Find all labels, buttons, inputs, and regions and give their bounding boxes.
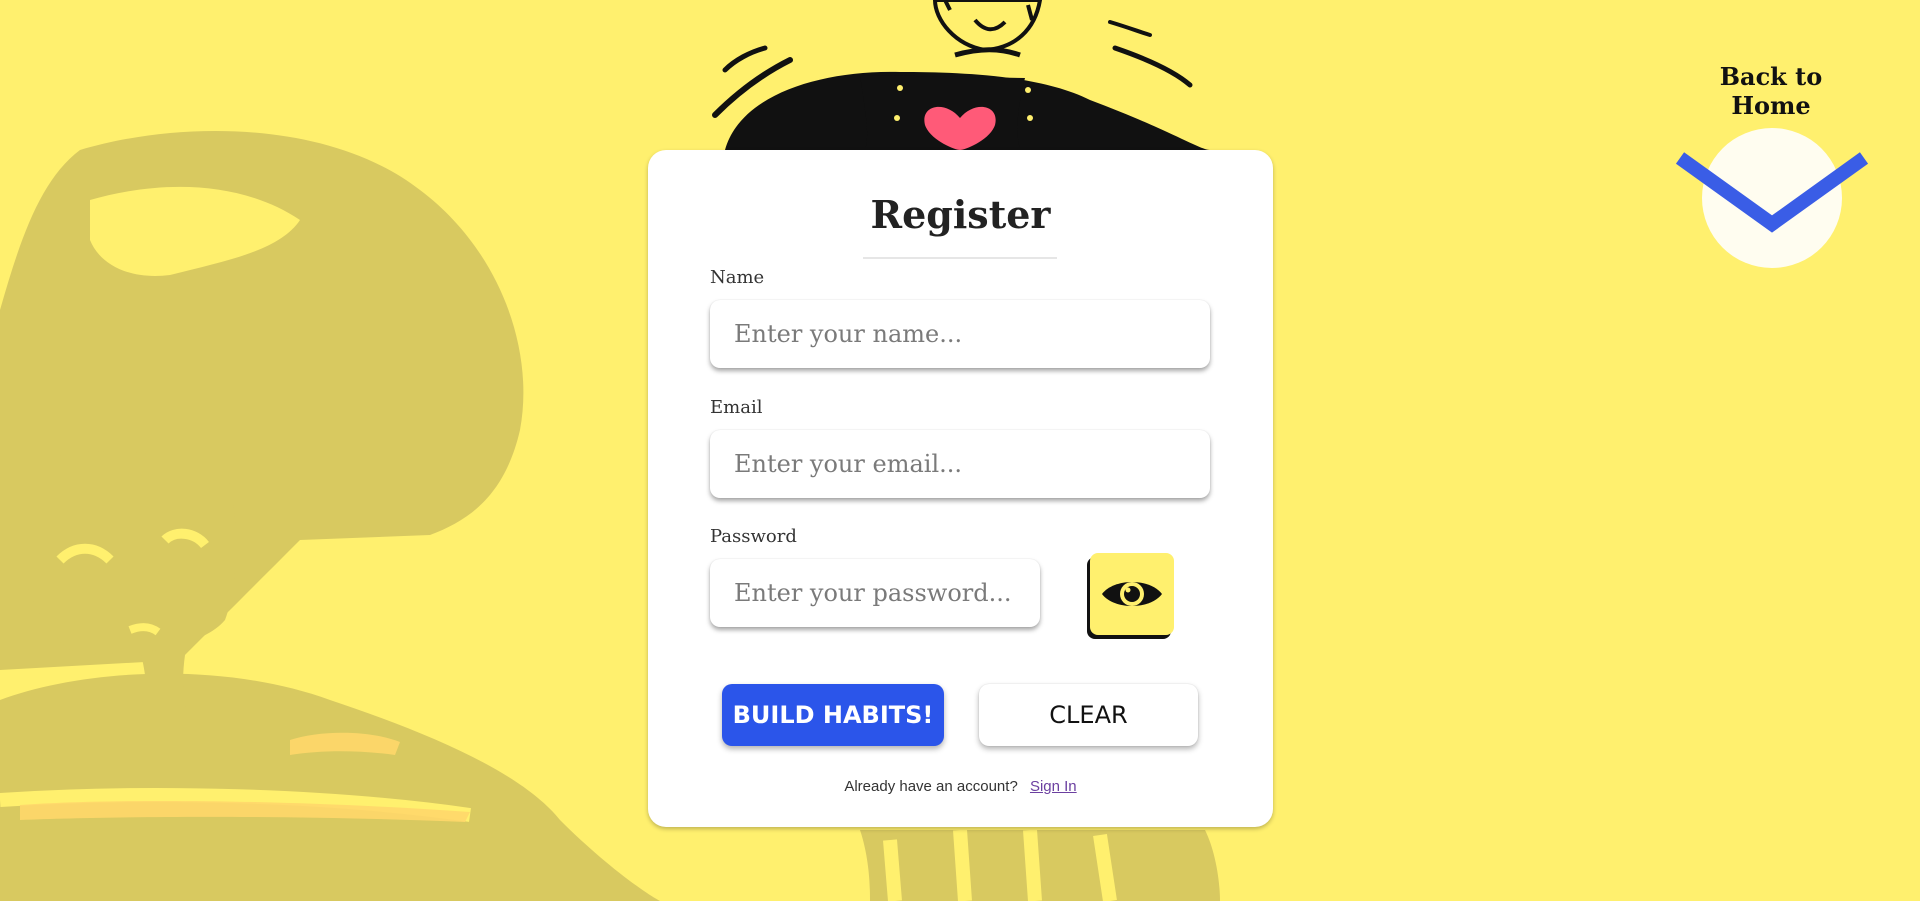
eye-icon	[1102, 582, 1162, 606]
password-input[interactable]	[710, 559, 1040, 627]
chevron-down-icon	[1675, 128, 1869, 268]
back-to-home-link[interactable]: Back to Home	[1680, 62, 1862, 120]
email-label: Email	[710, 397, 763, 418]
hero-character-illustration	[712, 0, 1210, 150]
bg-figure-body	[0, 673, 660, 901]
email-input[interactable]	[710, 430, 1210, 498]
show-password-button[interactable]	[1090, 553, 1174, 635]
register-card: Register Name Email Password BUILD HABIT…	[648, 150, 1273, 827]
build-habits-button[interactable]: BUILD HABITS!	[722, 684, 944, 746]
name-label: Name	[710, 267, 765, 288]
title-divider	[863, 257, 1057, 259]
signin-prompt: Already have an account?	[844, 778, 1018, 795]
toggle-button[interactable]	[1675, 128, 1869, 270]
bg-figure-face	[14, 451, 237, 654]
clear-button[interactable]: CLEAR	[979, 684, 1198, 746]
signin-row: Already have an account? Sign In	[648, 778, 1273, 795]
page-title: Register	[870, 192, 1051, 237]
password-label: Password	[710, 526, 797, 547]
name-input[interactable]	[710, 300, 1210, 368]
signin-link[interactable]: Sign In	[1030, 778, 1077, 795]
